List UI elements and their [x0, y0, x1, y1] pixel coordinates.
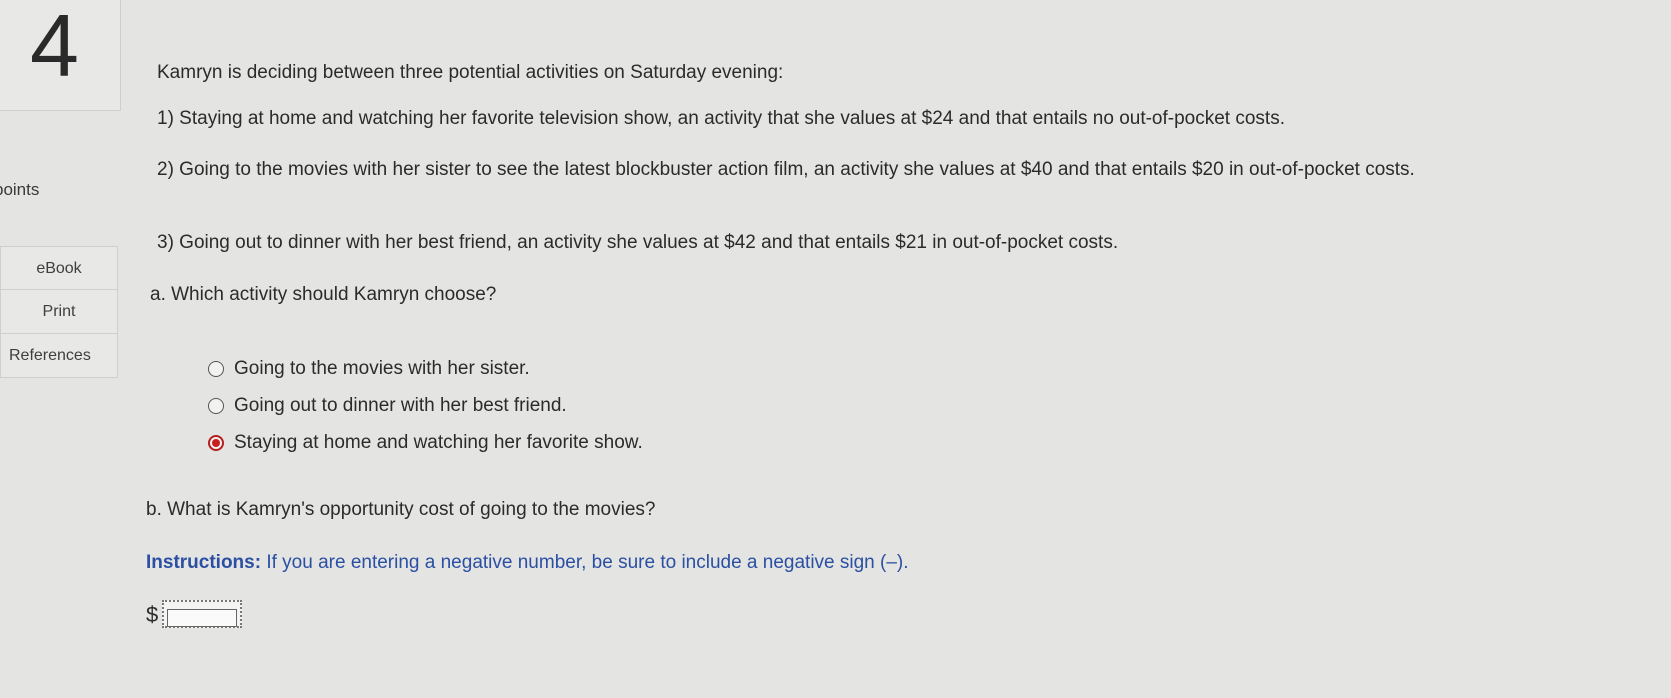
question-number: 4 — [30, 0, 79, 95]
radio-button-unchecked[interactable] — [208, 397, 224, 414]
radio-button-checked[interactable] — [208, 434, 224, 451]
radio-button-unchecked[interactable] — [208, 360, 224, 377]
currency-symbol: $ — [146, 601, 159, 627]
instructions: Instructions: If you are entering a nega… — [146, 550, 909, 575]
option-movies[interactable]: Going to the movies with her sister. — [208, 350, 643, 387]
question-intro: Kamryn is deciding between three potenti… — [157, 62, 784, 83]
print-link[interactable]: Print — [0, 290, 118, 334]
option-label: Staying at home and watching her favorit… — [234, 432, 643, 453]
option-stay-home[interactable]: Staying at home and watching her favorit… — [208, 424, 643, 461]
option-label: Going to the movies with her sister. — [234, 358, 530, 379]
sidebar: 4 points eBook Print References — [0, 0, 122, 698]
sidebar-links: eBook Print References — [0, 246, 118, 378]
question-number-box: 4 — [0, 0, 121, 111]
ebook-link[interactable]: eBook — [0, 246, 118, 290]
answer-field-frame — [162, 600, 243, 628]
opportunity-cost-input[interactable] — [167, 609, 238, 627]
references-link[interactable]: References — [0, 334, 118, 378]
option-dinner[interactable]: Going out to dinner with her best friend… — [208, 387, 643, 424]
activity-2: 2) Going to the movies with her sister t… — [157, 159, 1415, 180]
part-a-options: Going to the movies with her sister. Goi… — [208, 350, 643, 461]
points-label: points — [0, 180, 40, 199]
answer-row: $ — [146, 600, 243, 628]
instructions-text: If you are entering a negative number, b… — [261, 552, 909, 573]
activity-1: 1) Staying at home and watching her favo… — [157, 108, 1285, 129]
instructions-label: Instructions: — [146, 552, 262, 573]
part-b-prompt: b. What is Kamryn's opportunity cost of … — [146, 499, 656, 520]
part-a-prompt: a. Which activity should Kamryn choose? — [150, 284, 497, 305]
option-label: Going out to dinner with her best friend… — [234, 395, 567, 416]
activity-3: 3) Going out to dinner with her best fri… — [157, 232, 1119, 253]
question-content: Kamryn is deciding between three potenti… — [146, 0, 1650, 698]
